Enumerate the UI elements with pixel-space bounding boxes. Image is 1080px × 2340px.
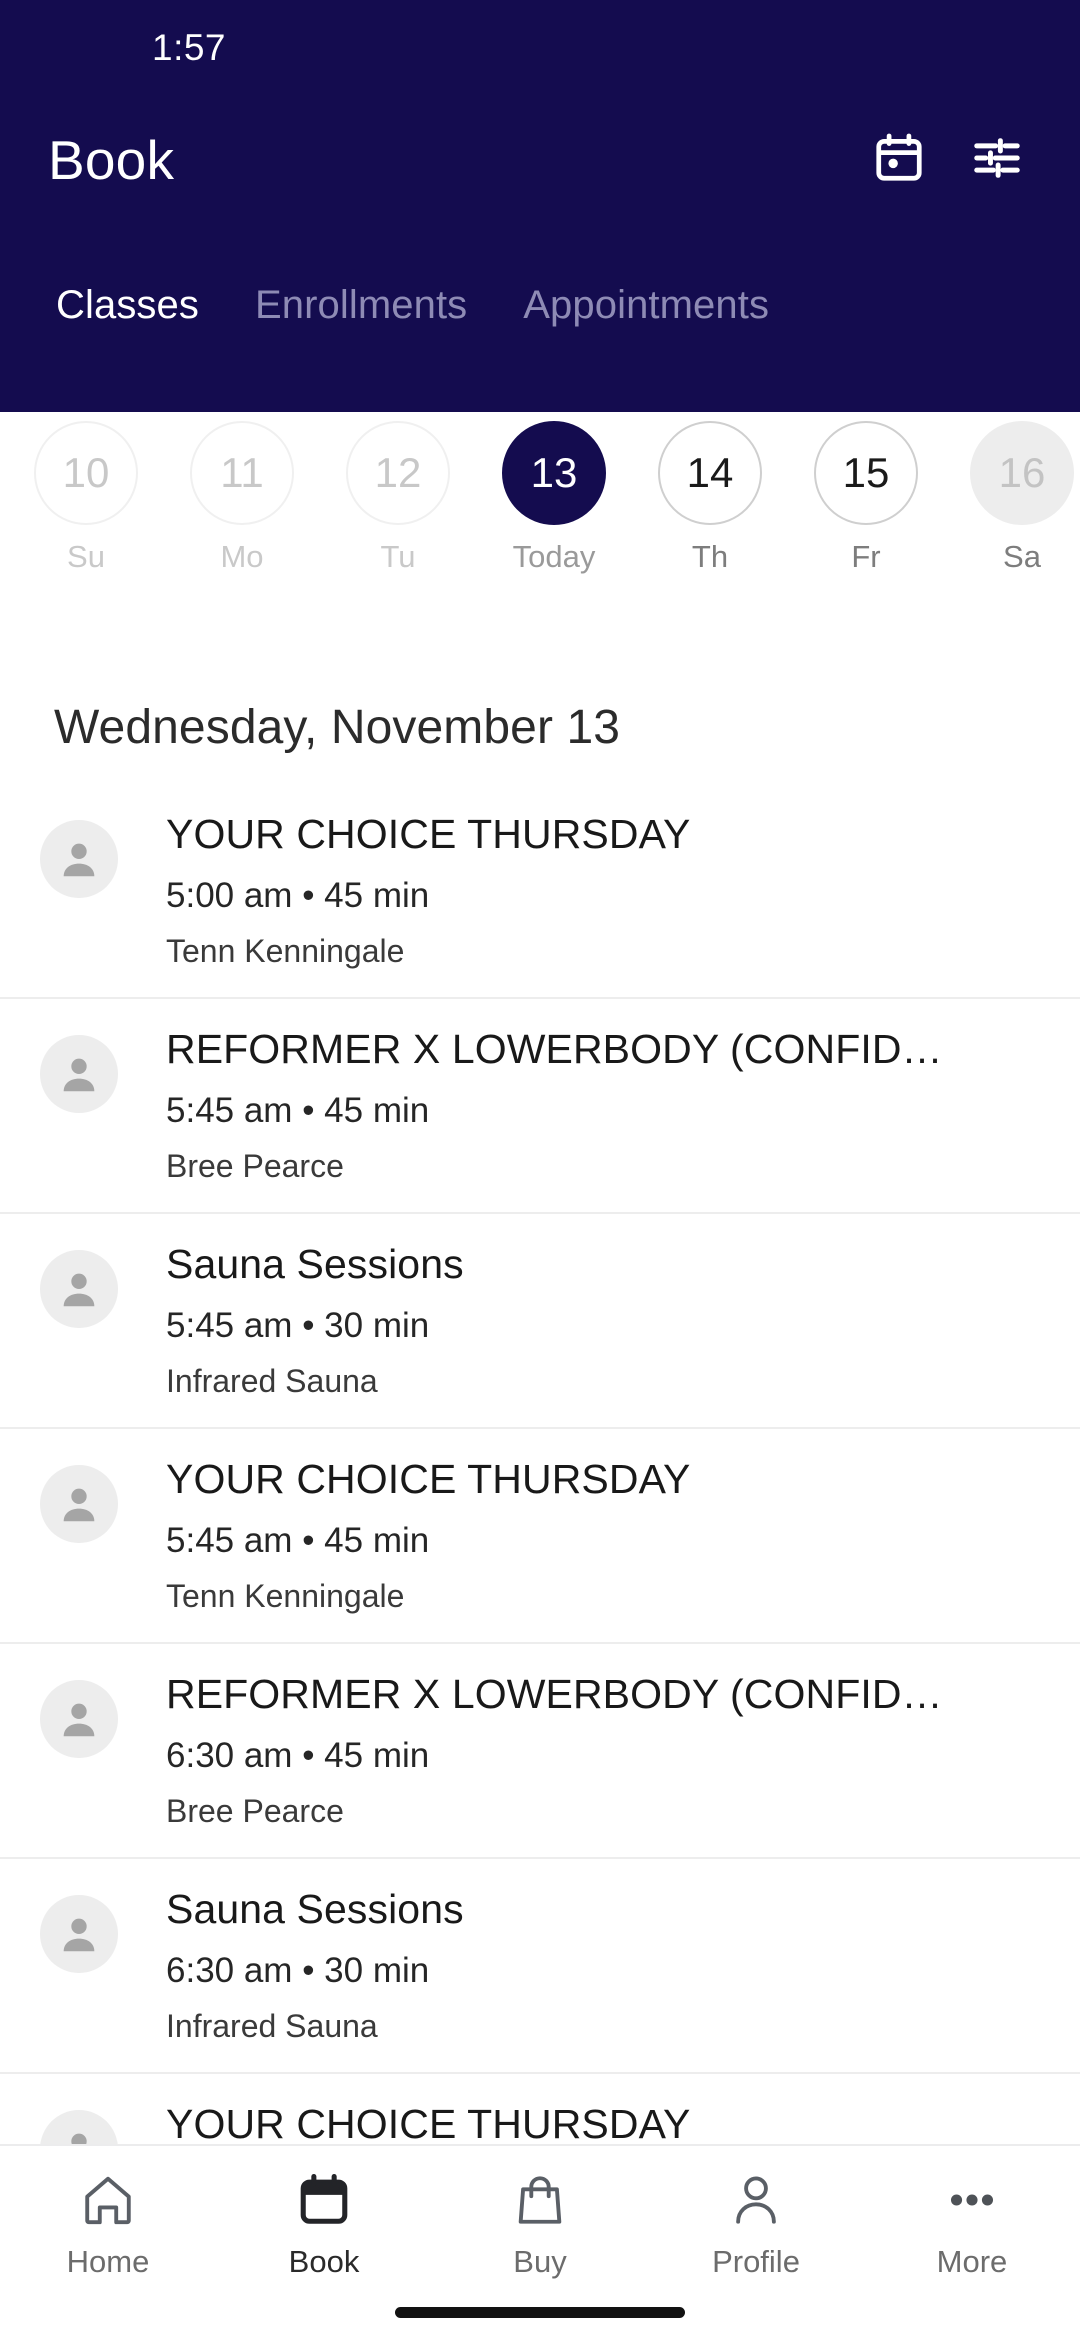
nav-item-more[interactable]: More (864, 2170, 1080, 2280)
status-bar: 1:57 (0, 0, 1080, 96)
class-info: Sauna Sessions 5:45 am • 30 min Infrared… (166, 1240, 1040, 1400)
class-staff: Infrared Sauna (166, 1362, 378, 1399)
class-list[interactable]: YOUR CHOICE THURSDAY 5:00 am • 45 min Te… (0, 784, 1080, 2144)
avatar (40, 1895, 118, 1973)
date-number-11: 11 (190, 421, 294, 525)
nav-label-buy: Buy (513, 2244, 567, 2279)
class-staff: Bree Pearce (166, 1147, 344, 1184)
app-header: 1:57 Book Classes Enrollments Appointmen… (0, 0, 1080, 412)
date-number-10: 10 (34, 421, 138, 525)
class-list-item[interactable]: Sauna Sessions 6:30 am • 30 min Infrared… (0, 1859, 1080, 2074)
class-time: 5:45 am • 45 min (166, 1520, 430, 1560)
app-screen: 1:57 Book Classes Enrollments Appointmen… (0, 0, 1080, 2340)
class-list-item[interactable]: YOUR CHOICE THURSDAY 5:00 am • 45 min Te… (0, 784, 1080, 999)
class-info: YOUR CHOICE THURSDAY (166, 2100, 1040, 2144)
class-list-item[interactable]: REFORMER X LOWERBODY (CONFID… 6:30 am • … (0, 1644, 1080, 1859)
date-label-12: Tu (380, 539, 416, 574)
date-cell-12[interactable]: 12 Tu (320, 412, 476, 575)
person-icon (727, 2170, 785, 2230)
filter-sliders-icon[interactable] (970, 131, 1024, 190)
class-info: Sauna Sessions 6:30 am • 30 min Infrared… (166, 1885, 1040, 2045)
class-staff: Infrared Sauna (166, 2007, 378, 2044)
date-selector-strip[interactable]: 10 Su 11 Mo 12 Tu 13 Today 14 Th 15 Fr 1… (0, 412, 1080, 574)
class-name: REFORMER X LOWERBODY (CONFID… (166, 1672, 943, 1717)
avatar (40, 820, 118, 898)
date-cell-16[interactable]: 16 Sa (944, 412, 1080, 575)
tab-appointments[interactable]: Appointments (495, 283, 797, 374)
date-cell-14[interactable]: 14 Th (632, 412, 788, 575)
calendar-icon (295, 2170, 353, 2230)
header-tabs: Classes Enrollments Appointments (0, 224, 1080, 374)
more-dots-icon (943, 2170, 1001, 2230)
bottom-navigation: Home Book Buy Profile More (0, 2144, 1080, 2340)
nav-item-buy[interactable]: Buy (432, 2170, 648, 2280)
status-bar-time: 1:57 (152, 27, 227, 68)
class-staff: Bree Pearce (166, 1792, 344, 1829)
date-label-14: Th (691, 539, 729, 574)
nav-item-home[interactable]: Home (0, 2170, 216, 2280)
date-label-10: Su (67, 539, 105, 574)
class-time: 5:45 am • 30 min (166, 1305, 430, 1345)
class-name: REFORMER X LOWERBODY (CONFID… (166, 1027, 943, 1072)
nav-label-home: Home (66, 2244, 150, 2279)
calendar-icon[interactable] (872, 131, 926, 190)
page-title: Book (48, 129, 175, 191)
date-label-11: Mo (220, 539, 264, 574)
class-list-item[interactable]: REFORMER X LOWERBODY (CONFID… 5:45 am • … (0, 999, 1080, 1214)
nav-label-profile: Profile (712, 2244, 800, 2279)
nav-item-book[interactable]: Book (216, 2170, 432, 2280)
header-title-row: Book (0, 96, 1080, 224)
date-label-today: Today (512, 539, 596, 574)
date-label-16: Sa (1003, 539, 1041, 574)
header-actions (872, 131, 1024, 190)
class-info: REFORMER X LOWERBODY (CONFID… 6:30 am • … (166, 1670, 1040, 1830)
home-indicator (395, 2307, 685, 2318)
nav-label-more: More (936, 2244, 1008, 2279)
class-staff: Tenn Kenningale (166, 932, 405, 969)
avatar (40, 2110, 118, 2144)
date-cell-11[interactable]: 11 Mo (164, 412, 320, 575)
class-info: REFORMER X LOWERBODY (CONFID… 5:45 am • … (166, 1025, 1040, 1185)
class-time: 5:00 am • 45 min (166, 875, 430, 915)
date-number-12: 12 (346, 421, 450, 525)
class-list-item[interactable]: YOUR CHOICE THURSDAY (0, 2074, 1080, 2144)
date-cell-10[interactable]: 10 Su (8, 412, 164, 575)
date-number-13: 13 (502, 421, 606, 525)
class-info: YOUR CHOICE THURSDAY 5:45 am • 45 min Te… (166, 1455, 1040, 1615)
class-name: YOUR CHOICE THURSDAY (166, 1457, 691, 1502)
class-time: 5:45 am • 45 min (166, 1090, 430, 1130)
tab-enrollments[interactable]: Enrollments (227, 283, 495, 374)
selected-date-heading: Wednesday, November 13 (54, 701, 621, 754)
date-number-14: 14 (658, 421, 762, 525)
date-cell-13-today[interactable]: 13 Today (476, 412, 632, 575)
nav-label-book: Book (288, 2244, 360, 2279)
avatar (40, 1250, 118, 1328)
class-name: YOUR CHOICE THURSDAY (166, 812, 691, 857)
class-time: 6:30 am • 30 min (166, 1950, 430, 1990)
date-cell-15[interactable]: 15 Fr (788, 412, 944, 575)
date-label-15: Fr (851, 539, 881, 574)
avatar (40, 1035, 118, 1113)
home-icon (79, 2170, 137, 2230)
class-list-item[interactable]: YOUR CHOICE THURSDAY 5:45 am • 45 min Te… (0, 1429, 1080, 1644)
tab-classes[interactable]: Classes (28, 283, 227, 374)
class-staff: Tenn Kenningale (166, 1577, 405, 1614)
date-number-16: 16 (970, 421, 1074, 525)
avatar (40, 1465, 118, 1543)
class-list-item[interactable]: Sauna Sessions 5:45 am • 30 min Infrared… (0, 1214, 1080, 1429)
class-name: Sauna Sessions (166, 1242, 464, 1287)
class-name: YOUR CHOICE THURSDAY (166, 2102, 691, 2144)
nav-item-profile[interactable]: Profile (648, 2170, 864, 2280)
date-number-15: 15 (814, 421, 918, 525)
class-time: 6:30 am • 45 min (166, 1735, 430, 1775)
class-info: YOUR CHOICE THURSDAY 5:00 am • 45 min Te… (166, 810, 1040, 970)
class-name: Sauna Sessions (166, 1887, 464, 1932)
shopping-bag-icon (511, 2170, 569, 2230)
avatar (40, 1680, 118, 1758)
